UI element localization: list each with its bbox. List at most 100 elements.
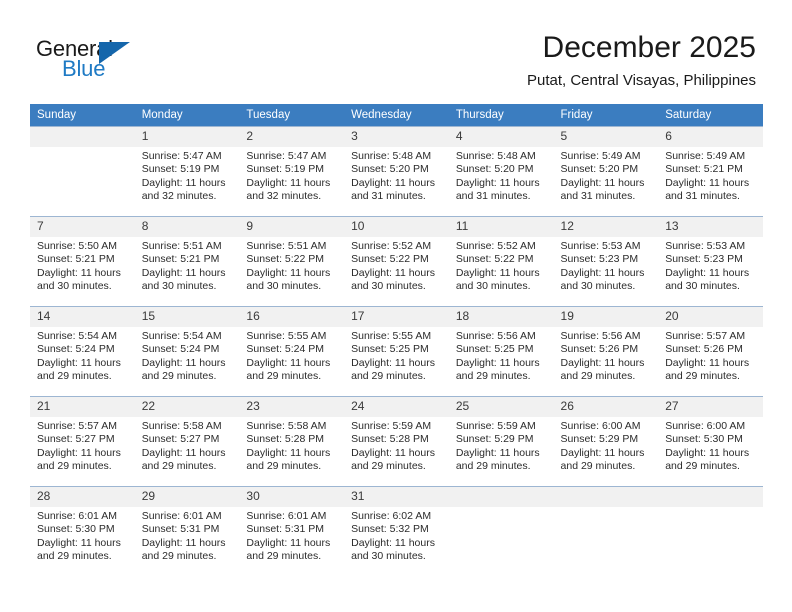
day-details: Sunrise: 5:57 AM Sunset: 5:26 PM Daylight:… [658, 327, 763, 384]
calendar-day-cell[interactable]: 5 Sunrise: 5:49 AM Sunset: 5:20 PM Daylight… [553, 126, 659, 217]
calendar-day-cell[interactable]: 25 Sunrise: 5:59 AM Sunset: 5:29 PM Dayligh… [448, 396, 554, 487]
calendar-day-cell[interactable]: 18 Sunrise: 5:56 AM Sunset: 5:25 PM Dayligh… [448, 306, 554, 397]
day-detail-sunset: Sunset: 5:24 PM [141, 343, 220, 356]
calendar-day-cell[interactable]: 11 Sunrise: 5:52 AM Sunset: 5:22 PM Dayligh… [448, 216, 554, 307]
day-detail-sunset: Sunset: 5:31 PM [246, 523, 325, 536]
day-detail-daylight2: and 31 minutes. [351, 190, 426, 203]
day-details: Sunrise: 5:57 AM Sunset: 5:27 PM Daylight:… [30, 417, 135, 474]
calendar-day-cell[interactable]: 17 Sunrise: 5:55 AM Sunset: 5:25 PM Dayligh… [344, 306, 449, 397]
calendar-empty-cell [658, 486, 763, 576]
calendar-day-cell[interactable]: 22 Sunrise: 5:58 AM Sunset: 5:27 PM Dayligh… [134, 396, 240, 487]
calendar-day-cell[interactable]: 27 Sunrise: 6:00 AM Sunset: 5:30 PM Dayligh… [658, 396, 763, 487]
day-detail-sunrise: Sunrise: 5:50 AM [37, 240, 117, 252]
day-detail-daylight2: and 29 minutes. [246, 550, 322, 563]
day-number [448, 487, 554, 507]
day-detail-sunrise: Sunrise: 5:49 AM [665, 150, 746, 162]
day-number: 30 [239, 487, 345, 507]
day-number: 29 [134, 487, 240, 507]
day-details: Sunrise: 5:49 AM Sunset: 5:20 PM Daylight:… [554, 147, 659, 204]
calendar-day-cell[interactable]: 19 Sunrise: 5:56 AM Sunset: 5:26 PM Dayligh… [553, 306, 659, 397]
day-detail-daylight1: Daylight: 11 hours [455, 176, 540, 189]
day-number: 4 [448, 127, 554, 147]
day-detail-sunset: Sunset: 5:21 PM [141, 253, 220, 266]
day-details: Sunrise: 5:50 AM Sunset: 5:21 PM Daylight:… [30, 237, 135, 294]
day-detail-daylight2: and 30 minutes. [455, 280, 531, 293]
day-details: Sunrise: 5:54 AM Sunset: 5:24 PM Daylight:… [30, 327, 135, 384]
day-details: Sunrise: 5:53 AM Sunset: 5:23 PM Daylight:… [658, 237, 763, 294]
calendar-day-cell[interactable]: 4 Sunrise: 5:48 AM Sunset: 5:20 PM Daylight… [448, 126, 554, 217]
calendar-empty-cell [448, 486, 554, 576]
day-detail-sunset: Sunset: 5:29 PM [560, 433, 639, 446]
day-details: Sunrise: 5:59 AM Sunset: 5:29 PM Daylight:… [449, 417, 554, 474]
day-detail-sunrise: Sunrise: 6:01 AM [141, 510, 222, 522]
day-details: Sunrise: 6:02 AM Sunset: 5:32 PM Daylight:… [344, 507, 449, 564]
day-detail-sunrise: Sunrise: 5:51 AM [246, 240, 327, 252]
calendar-day-cell[interactable]: 16 Sunrise: 5:55 AM Sunset: 5:24 PM Dayligh… [239, 306, 345, 397]
calendar-day-cell[interactable]: 14 Sunrise: 5:54 AM Sunset: 5:24 PM Dayligh… [30, 306, 135, 397]
calendar-day-cell[interactable]: 31 Sunrise: 6:02 AM Sunset: 5:32 PM Dayligh… [344, 486, 449, 576]
calendar-day-cell[interactable]: 9 Sunrise: 5:51 AM Sunset: 5:22 PM Daylight… [239, 216, 345, 307]
day-detail-daylight2: and 29 minutes. [665, 460, 740, 473]
day-details: Sunrise: 5:51 AM Sunset: 5:21 PM Daylight:… [135, 237, 240, 294]
calendar-page: General Blue December 2025 Putat, Centra… [0, 0, 792, 612]
day-detail-daylight2: and 29 minutes. [351, 460, 426, 473]
calendar-day-cell[interactable]: 8 Sunrise: 5:51 AM Sunset: 5:21 PM Daylight… [134, 216, 240, 307]
day-number: 21 [30, 397, 135, 417]
day-details: Sunrise: 6:00 AM Sunset: 5:29 PM Daylight:… [554, 417, 659, 474]
day-detail-sunrise: Sunrise: 6:02 AM [351, 510, 432, 522]
calendar-day-cell[interactable]: 3 Sunrise: 5:48 AM Sunset: 5:20 PM Daylight… [344, 126, 449, 217]
day-detail-sunset: Sunset: 5:23 PM [665, 253, 743, 266]
calendar-day-cell[interactable]: 26 Sunrise: 6:00 AM Sunset: 5:29 PM Dayligh… [553, 396, 659, 487]
day-detail-sunrise: Sunrise: 5:59 AM [455, 420, 536, 432]
day-detail-daylight2: and 29 minutes. [141, 460, 217, 473]
calendar-day-cell[interactable]: 13 Sunrise: 5:53 AM Sunset: 5:23 PM Dayligh… [658, 216, 763, 307]
calendar-day-cell[interactable]: 28 Sunrise: 6:01 AM Sunset: 5:30 PM Dayligh… [30, 486, 135, 576]
title-block: December 2025 Putat, Central Visayas, Ph… [527, 30, 756, 92]
day-detail-sunrise: Sunrise: 5:48 AM [455, 150, 536, 162]
day-detail-daylight2: and 29 minutes. [560, 460, 636, 473]
day-detail-sunset: Sunset: 5:20 PM [455, 163, 534, 176]
calendar-day-cell[interactable]: 15 Sunrise: 5:54 AM Sunset: 5:24 PM Dayligh… [134, 306, 240, 397]
day-detail-daylight2: and 29 minutes. [246, 370, 322, 383]
calendar-day-cell[interactable]: 20 Sunrise: 5:57 AM Sunset: 5:26 PM Dayligh… [658, 306, 763, 397]
day-detail-daylight2: and 30 minutes. [351, 280, 426, 293]
calendar-day-cell[interactable]: 30 Sunrise: 6:01 AM Sunset: 5:31 PM Dayligh… [239, 486, 345, 576]
calendar-day-cell[interactable]: 10 Sunrise: 5:52 AM Sunset: 5:22 PM Dayligh… [344, 216, 449, 307]
day-detail-sunrise: Sunrise: 5:52 AM [455, 240, 536, 252]
calendar-day-cell[interactable]: 24 Sunrise: 5:59 AM Sunset: 5:28 PM Dayligh… [344, 396, 449, 487]
calendar-day-cell[interactable]: 1 Sunrise: 5:47 AM Sunset: 5:19 PM Daylight… [134, 126, 240, 217]
calendar-day-cell[interactable]: 29 Sunrise: 6:01 AM Sunset: 5:31 PM Dayligh… [134, 486, 240, 576]
day-number [30, 127, 135, 147]
day-detail-sunrise: Sunrise: 6:00 AM [560, 420, 641, 432]
day-number: 3 [344, 127, 449, 147]
day-number: 6 [658, 127, 763, 147]
calendar-day-cell[interactable]: 23 Sunrise: 5:58 AM Sunset: 5:28 PM Dayligh… [239, 396, 345, 487]
day-number: 23 [239, 397, 345, 417]
calendar-week-row: 1 Sunrise: 5:47 AM Sunset: 5:19 PM Daylight… [30, 126, 763, 217]
day-detail-sunset: Sunset: 5:21 PM [665, 163, 743, 176]
calendar-day-cell[interactable]: 6 Sunrise: 5:49 AM Sunset: 5:21 PM Daylight… [658, 126, 763, 217]
calendar-day-cell[interactable]: 12 Sunrise: 5:53 AM Sunset: 5:23 PM Dayligh… [553, 216, 659, 307]
general-blue-logo[interactable]: General Blue [36, 36, 176, 88]
day-details: Sunrise: 5:55 AM Sunset: 5:24 PM Daylight:… [239, 327, 344, 384]
day-number: 26 [553, 397, 659, 417]
day-number: 10 [344, 217, 449, 237]
day-details: Sunrise: 5:53 AM Sunset: 5:23 PM Daylight:… [554, 237, 659, 294]
calendar-day-cell[interactable]: 7 Sunrise: 5:50 AM Sunset: 5:21 PM Daylight… [30, 216, 135, 307]
day-number: 19 [553, 307, 659, 327]
day-detail-sunrise: Sunrise: 5:51 AM [141, 240, 222, 252]
day-number: 13 [658, 217, 763, 237]
day-number: 11 [448, 217, 554, 237]
day-detail-daylight1: Daylight: 11 hours [351, 176, 435, 189]
day-detail-daylight2: and 30 minutes. [141, 280, 217, 293]
day-detail-sunset: Sunset: 5:29 PM [455, 433, 534, 446]
calendar-day-cell[interactable]: 21 Sunrise: 5:57 AM Sunset: 5:27 PM Dayligh… [30, 396, 135, 487]
day-number: 8 [134, 217, 240, 237]
day-details: Sunrise: 5:54 AM Sunset: 5:24 PM Daylight:… [135, 327, 240, 384]
day-detail-daylight1: Daylight: 11 hours [37, 536, 121, 549]
day-number: 28 [30, 487, 135, 507]
day-number: 16 [239, 307, 345, 327]
day-detail-daylight1: Daylight: 11 hours [560, 266, 645, 279]
day-detail-daylight1: Daylight: 11 hours [141, 446, 226, 459]
calendar-day-cell[interactable]: 2 Sunrise: 5:47 AM Sunset: 5:19 PM Daylight… [239, 126, 345, 217]
